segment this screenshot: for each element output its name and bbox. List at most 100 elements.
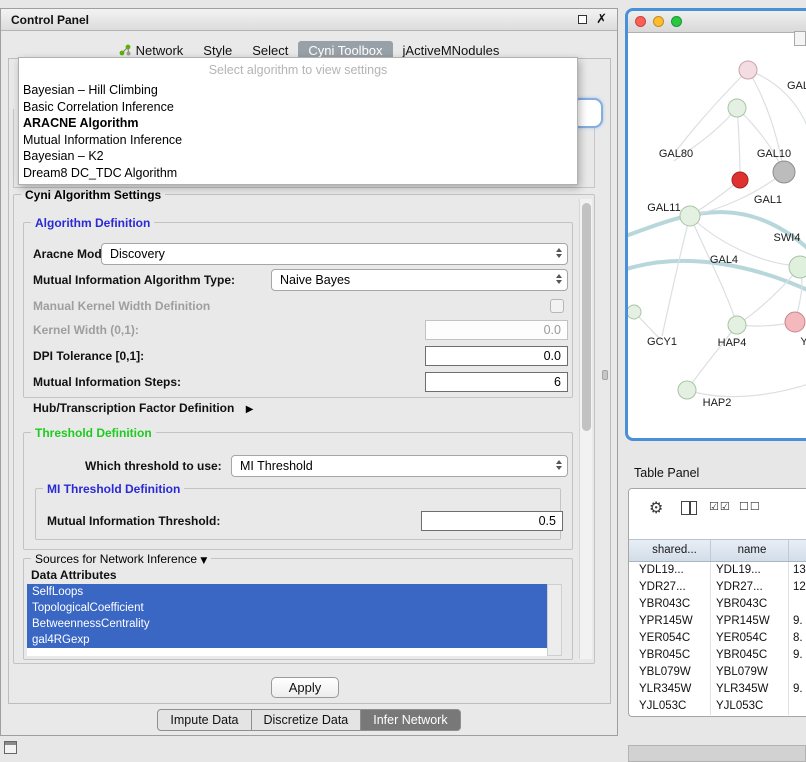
minimize-traffic-light[interactable] — [653, 16, 664, 27]
network-edge[interactable] — [748, 70, 806, 128]
node-label-y: Y — [800, 336, 806, 348]
sources-section-toggle[interactable]: Sources for Network Inference ▼ — [31, 552, 211, 566]
table-cell: 12 — [789, 579, 806, 596]
mi-threshold-group-title: MI Threshold Definition — [43, 482, 184, 496]
attributes-scrollbar[interactable] — [547, 584, 562, 656]
table-row[interactable]: YBL079WYBL079W — [629, 664, 806, 681]
network-edge[interactable] — [690, 216, 737, 325]
which-threshold-select[interactable]: MI Threshold — [231, 455, 568, 477]
table-row[interactable]: YBR045CYBR045C9. — [629, 647, 806, 664]
apply-button[interactable]: Apply — [271, 677, 339, 698]
table-row[interactable]: YJL053CYJL053C — [629, 698, 806, 715]
algorithm-option-mutual-information-inference[interactable]: Mutual Information Inference — [19, 132, 577, 149]
settings-group-title: Cyni Algorithm Settings — [21, 188, 165, 202]
algorithm-option-bayesian-k2[interactable]: Bayesian – K2 — [19, 148, 577, 165]
columns-icon[interactable] — [681, 501, 697, 515]
manual-kernel-checkbox[interactable] — [550, 299, 564, 313]
network-node[interactable] — [678, 381, 696, 399]
table-cell: YLR345W — [629, 681, 711, 698]
network-node[interactable] — [789, 256, 806, 278]
network-view-window: GAL80GAL10GAL11GAL1SWI4GAL4GCY1HAP4HAP2G… — [625, 8, 806, 441]
combo-arrows-icon — [556, 274, 562, 284]
network-edge[interactable] — [687, 325, 737, 390]
node-label-gal80: GAL80 — [659, 148, 693, 160]
network-window-titlebar[interactable] — [628, 11, 806, 33]
network-edge[interactable] — [662, 216, 690, 336]
node-label-hap2: HAP2 — [703, 397, 732, 409]
zoom-traffic-light[interactable] — [671, 16, 682, 27]
network-scrollbar-corner[interactable] — [794, 31, 806, 46]
attribute-item-betweennesscentrality[interactable]: BetweennessCentrality — [27, 616, 547, 632]
network-edge[interactable] — [737, 108, 740, 180]
which-threshold-label: Which threshold to use: — [85, 455, 222, 477]
attribute-item-topologicalcoefficient[interactable]: TopologicalCoefficient — [27, 600, 547, 616]
table-row[interactable]: YER054CYER054C8. — [629, 630, 806, 647]
algorithm-definition-title: Algorithm Definition — [31, 216, 154, 230]
algorithm-option-basic-correlation-inference[interactable]: Basic Correlation Inference — [19, 99, 577, 116]
table-cell: YBR043C — [711, 596, 789, 613]
aracne-mode-select[interactable]: Discovery — [101, 243, 568, 265]
table-row[interactable]: YDL19...YDL19...13 — [629, 562, 806, 579]
data-attributes-list[interactable]: SelfLoopsTopologicalCoefficientBetweenne… — [27, 584, 547, 656]
float-window-icon[interactable] — [578, 15, 587, 24]
column-header-1[interactable]: shared... — [629, 540, 711, 561]
table-cell: YBL079W — [629, 664, 711, 681]
bottom-tab-bar: Impute DataDiscretize DataInfer Network — [1, 709, 617, 731]
gear-icon[interactable]: ⚙ — [649, 498, 663, 517]
attribute-item-selfloops[interactable]: SelfLoops — [27, 584, 547, 600]
network-node[interactable] — [785, 312, 805, 332]
close-icon[interactable]: ✗ — [596, 13, 607, 26]
close-traffic-light[interactable] — [635, 16, 646, 27]
hub-section-toggle[interactable]: Hub/Transcription Factor Definition ▶ — [33, 400, 253, 418]
mi-threshold-field[interactable]: 0.5 — [421, 511, 563, 531]
threshold-definition-title: Threshold Definition — [31, 426, 156, 440]
table-cell: YBR043C — [629, 596, 711, 613]
table-row[interactable]: YLR345WYLR345W9. — [629, 681, 806, 698]
unchecked-boxes-icon[interactable]: ☐☐ — [739, 500, 761, 513]
table-cell: YPR145W — [711, 613, 789, 630]
mi-type-select[interactable]: Naive Bayes — [271, 269, 568, 291]
algorithm-option-aracne-algorithm[interactable]: ARACNE Algorithm — [19, 115, 577, 132]
column-header-2[interactable]: name — [711, 540, 789, 561]
collapse-triangle-icon[interactable]: ▼ — [200, 556, 207, 566]
network-node[interactable] — [728, 316, 746, 334]
splitter-handle[interactable] — [602, 370, 608, 380]
table-header: shared...name — [629, 539, 806, 562]
table-cell: YJL053C — [711, 698, 789, 715]
algorithm-option-bayesian-hill-climbing[interactable]: Bayesian – Hill Climbing — [19, 82, 577, 99]
bottom-tab-impute-data[interactable]: Impute Data — [157, 709, 251, 731]
settings-scrollbar[interactable] — [579, 199, 592, 659]
node-label-gal11: GAL11 — [647, 202, 680, 214]
table-cell: 9. — [789, 647, 806, 664]
kernel-width-value: 0.0 — [544, 323, 561, 337]
table-cell — [789, 698, 806, 715]
network-node[interactable] — [739, 61, 757, 79]
column-header-3[interactable] — [789, 540, 806, 561]
bottom-tab-discretize-data[interactable]: Discretize Data — [251, 709, 362, 731]
tab-label: Network — [136, 43, 184, 58]
node-label-gal4: GAL4 — [710, 254, 738, 266]
panel-dock-icon[interactable] — [4, 741, 17, 754]
dpi-tolerance-field[interactable]: 0.0 — [425, 346, 568, 366]
network-node[interactable] — [728, 99, 746, 117]
checked-boxes-icon[interactable]: ☑☑ — [709, 500, 731, 513]
scrollbar-thumb[interactable] — [582, 203, 591, 431]
kernel-width-field[interactable]: 0.0 — [425, 320, 568, 340]
table-row[interactable]: YBR043CYBR043C — [629, 596, 806, 613]
network-edge[interactable] — [687, 381, 806, 397]
bottom-tab-infer-network[interactable]: Infer Network — [360, 709, 460, 731]
mi-steps-field[interactable]: 6 — [425, 372, 568, 392]
expand-triangle-icon[interactable]: ▶ — [246, 404, 254, 415]
attribute-item-gal4rgexp[interactable]: gal4RGexp — [27, 632, 547, 648]
network-node[interactable] — [732, 172, 748, 188]
network-node[interactable] — [628, 305, 641, 319]
tab-label: Cyni Toolbox — [308, 43, 382, 58]
table-row[interactable]: YPR145WYPR145W9. — [629, 613, 806, 630]
table-panel-title: Table Panel — [634, 466, 699, 480]
network-node[interactable] — [680, 206, 700, 226]
algorithm-option-dream8-dc-tdc-algorithm[interactable]: Dream8 DC_TDC Algorithm — [19, 165, 577, 182]
network-canvas[interactable]: GAL80GAL10GAL11GAL1SWI4GAL4GCY1HAP4HAP2G… — [628, 33, 806, 441]
network-tab-icon — [119, 44, 131, 56]
table-row[interactable]: YDR27...YDR27...12 — [629, 579, 806, 596]
network-node[interactable] — [773, 161, 795, 183]
